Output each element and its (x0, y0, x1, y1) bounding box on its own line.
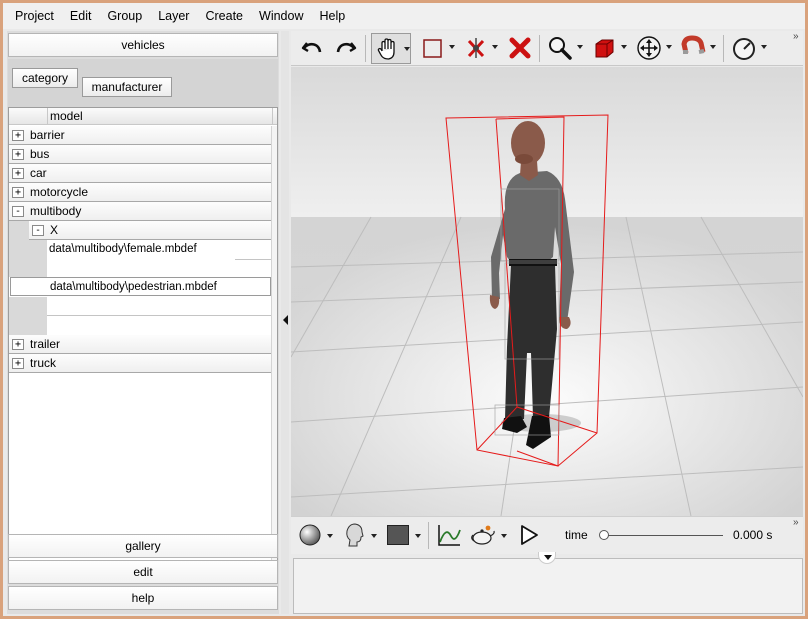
collapse-icon[interactable]: - (32, 225, 44, 236)
expand-icon[interactable]: + (12, 149, 24, 160)
tree-item-label: trailer (30, 337, 61, 351)
tree-item-label: barrier (30, 128, 65, 142)
tree-indent (9, 240, 47, 277)
time-value: 0.000 s (733, 528, 773, 542)
dropdown-caret-icon[interactable] (327, 534, 333, 538)
color-swatch-icon[interactable] (387, 525, 409, 545)
tree-item-x[interactable]: - X (29, 221, 271, 240)
tree-item-truck[interactable]: + truck (9, 354, 271, 373)
menu-layer[interactable]: Layer (150, 3, 197, 29)
toolbar-separator (723, 35, 724, 62)
move-icon[interactable] (636, 35, 662, 61)
time-slider[interactable] (605, 535, 723, 536)
ignore-object-icon[interactable] (463, 35, 489, 61)
hand-pan-icon (377, 38, 395, 60)
edit-button[interactable]: edit (8, 560, 278, 584)
tree-item-motorcycle[interactable]: + motorcycle (9, 183, 271, 202)
head-icon[interactable] (341, 522, 367, 548)
gauge-icon[interactable] (731, 35, 757, 61)
expand-icon[interactable]: + (12, 358, 24, 369)
tree-indent (9, 297, 47, 335)
delete-icon[interactable] (507, 35, 533, 61)
tree-item-label: multibody (30, 204, 82, 218)
tree-indent (9, 221, 29, 240)
divider (235, 259, 271, 260)
redo-icon[interactable] (333, 35, 359, 61)
dropdown-caret-icon[interactable] (710, 45, 716, 49)
collapse-left-icon[interactable] (283, 315, 288, 325)
tree-item-trailer[interactable]: + trailer (9, 335, 271, 354)
teapot-icon[interactable] (470, 522, 496, 548)
expand-icon[interactable]: + (12, 339, 24, 350)
tree-item-label: truck (30, 356, 57, 370)
toolbar-separator (365, 35, 366, 62)
toolbar-overflow-icon[interactable]: » (793, 31, 799, 42)
dropdown-caret-icon[interactable] (666, 45, 672, 49)
gallery-button[interactable]: gallery (8, 534, 278, 558)
library-panel: vehicles category manufacturer model + b… (7, 31, 279, 614)
dropdown-caret-icon[interactable] (761, 45, 767, 49)
tree-item-car[interactable]: + car (9, 164, 271, 183)
pan-tool-button[interactable] (371, 33, 411, 64)
menu-project[interactable]: Project (7, 3, 62, 29)
tab-manufacturer[interactable]: manufacturer (82, 77, 172, 97)
model-item-female[interactable]: data\multibody\female.mbdef (47, 240, 271, 259)
curve-icon[interactable] (436, 522, 462, 548)
column-header-model[interactable]: model (47, 108, 273, 124)
menu-help[interactable]: Help (311, 3, 353, 29)
time-slider-handle[interactable] (599, 530, 609, 540)
menu-bar: Project Edit Group Layer Create Window H… (3, 3, 805, 29)
expand-icon[interactable]: + (12, 168, 24, 179)
dropdown-caret-icon[interactable] (492, 45, 498, 49)
time-label: time (565, 528, 588, 542)
dropdown-caret-icon[interactable] (371, 534, 377, 538)
tree-item-label: X (50, 223, 59, 237)
tree-header: model (9, 108, 277, 125)
dropdown-caret-icon[interactable] (501, 534, 507, 538)
panel-splitter[interactable] (281, 31, 289, 614)
expand-icon[interactable]: + (12, 187, 24, 198)
dropdown-caret-icon[interactable] (415, 534, 421, 538)
tab-category[interactable]: category (12, 68, 78, 88)
magnet-icon[interactable] (680, 35, 706, 61)
dropdown-caret-icon[interactable] (449, 45, 455, 49)
toolbar-separator (539, 35, 540, 62)
model-item-pedestrian[interactable]: data\multibody\pedestrian.mbdef (10, 277, 271, 296)
menu-group[interactable]: Group (99, 3, 150, 29)
divider (47, 315, 271, 316)
toolbar-separator (428, 522, 429, 549)
tree-item-bus[interactable]: + bus (9, 145, 271, 164)
dropdown-caret-icon[interactable] (621, 45, 627, 49)
shading-sphere-icon[interactable] (297, 522, 323, 548)
render-toolbar: time 0.000 s » (291, 516, 803, 554)
tree-item-label: bus (30, 147, 50, 161)
zoom-icon[interactable] (547, 35, 573, 61)
toolbar-overflow-icon[interactable]: » (793, 517, 799, 528)
tree-scrollbar[interactable] (271, 126, 277, 561)
menu-window[interactable]: Window (251, 3, 311, 29)
menu-create[interactable]: Create (197, 3, 251, 29)
collapse-icon[interactable]: - (12, 206, 24, 217)
help-button[interactable]: help (8, 586, 278, 610)
red-cube-icon[interactable] (591, 35, 617, 61)
tree-item-label: motorcycle (30, 185, 89, 199)
3d-viewport[interactable] (291, 67, 803, 516)
dropdown-caret-icon[interactable] (577, 45, 583, 49)
play-icon[interactable] (516, 522, 542, 548)
tree-item-multibody[interactable]: - multibody (9, 202, 271, 221)
rectangle-select-icon[interactable] (420, 35, 446, 61)
bottom-panel (293, 558, 803, 614)
main-toolbar: » (291, 31, 803, 66)
undo-icon[interactable] (299, 35, 325, 61)
vehicles-button[interactable]: vehicles (8, 33, 278, 57)
menu-edit[interactable]: Edit (62, 3, 100, 29)
tree-item-barrier[interactable]: + barrier (9, 126, 271, 145)
tree-item-label: car (30, 166, 47, 180)
dropdown-caret-icon[interactable] (404, 47, 410, 51)
expand-icon[interactable]: + (12, 130, 24, 141)
scene-canvas[interactable] (291, 67, 803, 516)
model-tree: model + barrier + bus + car + motorcycle… (8, 107, 278, 562)
